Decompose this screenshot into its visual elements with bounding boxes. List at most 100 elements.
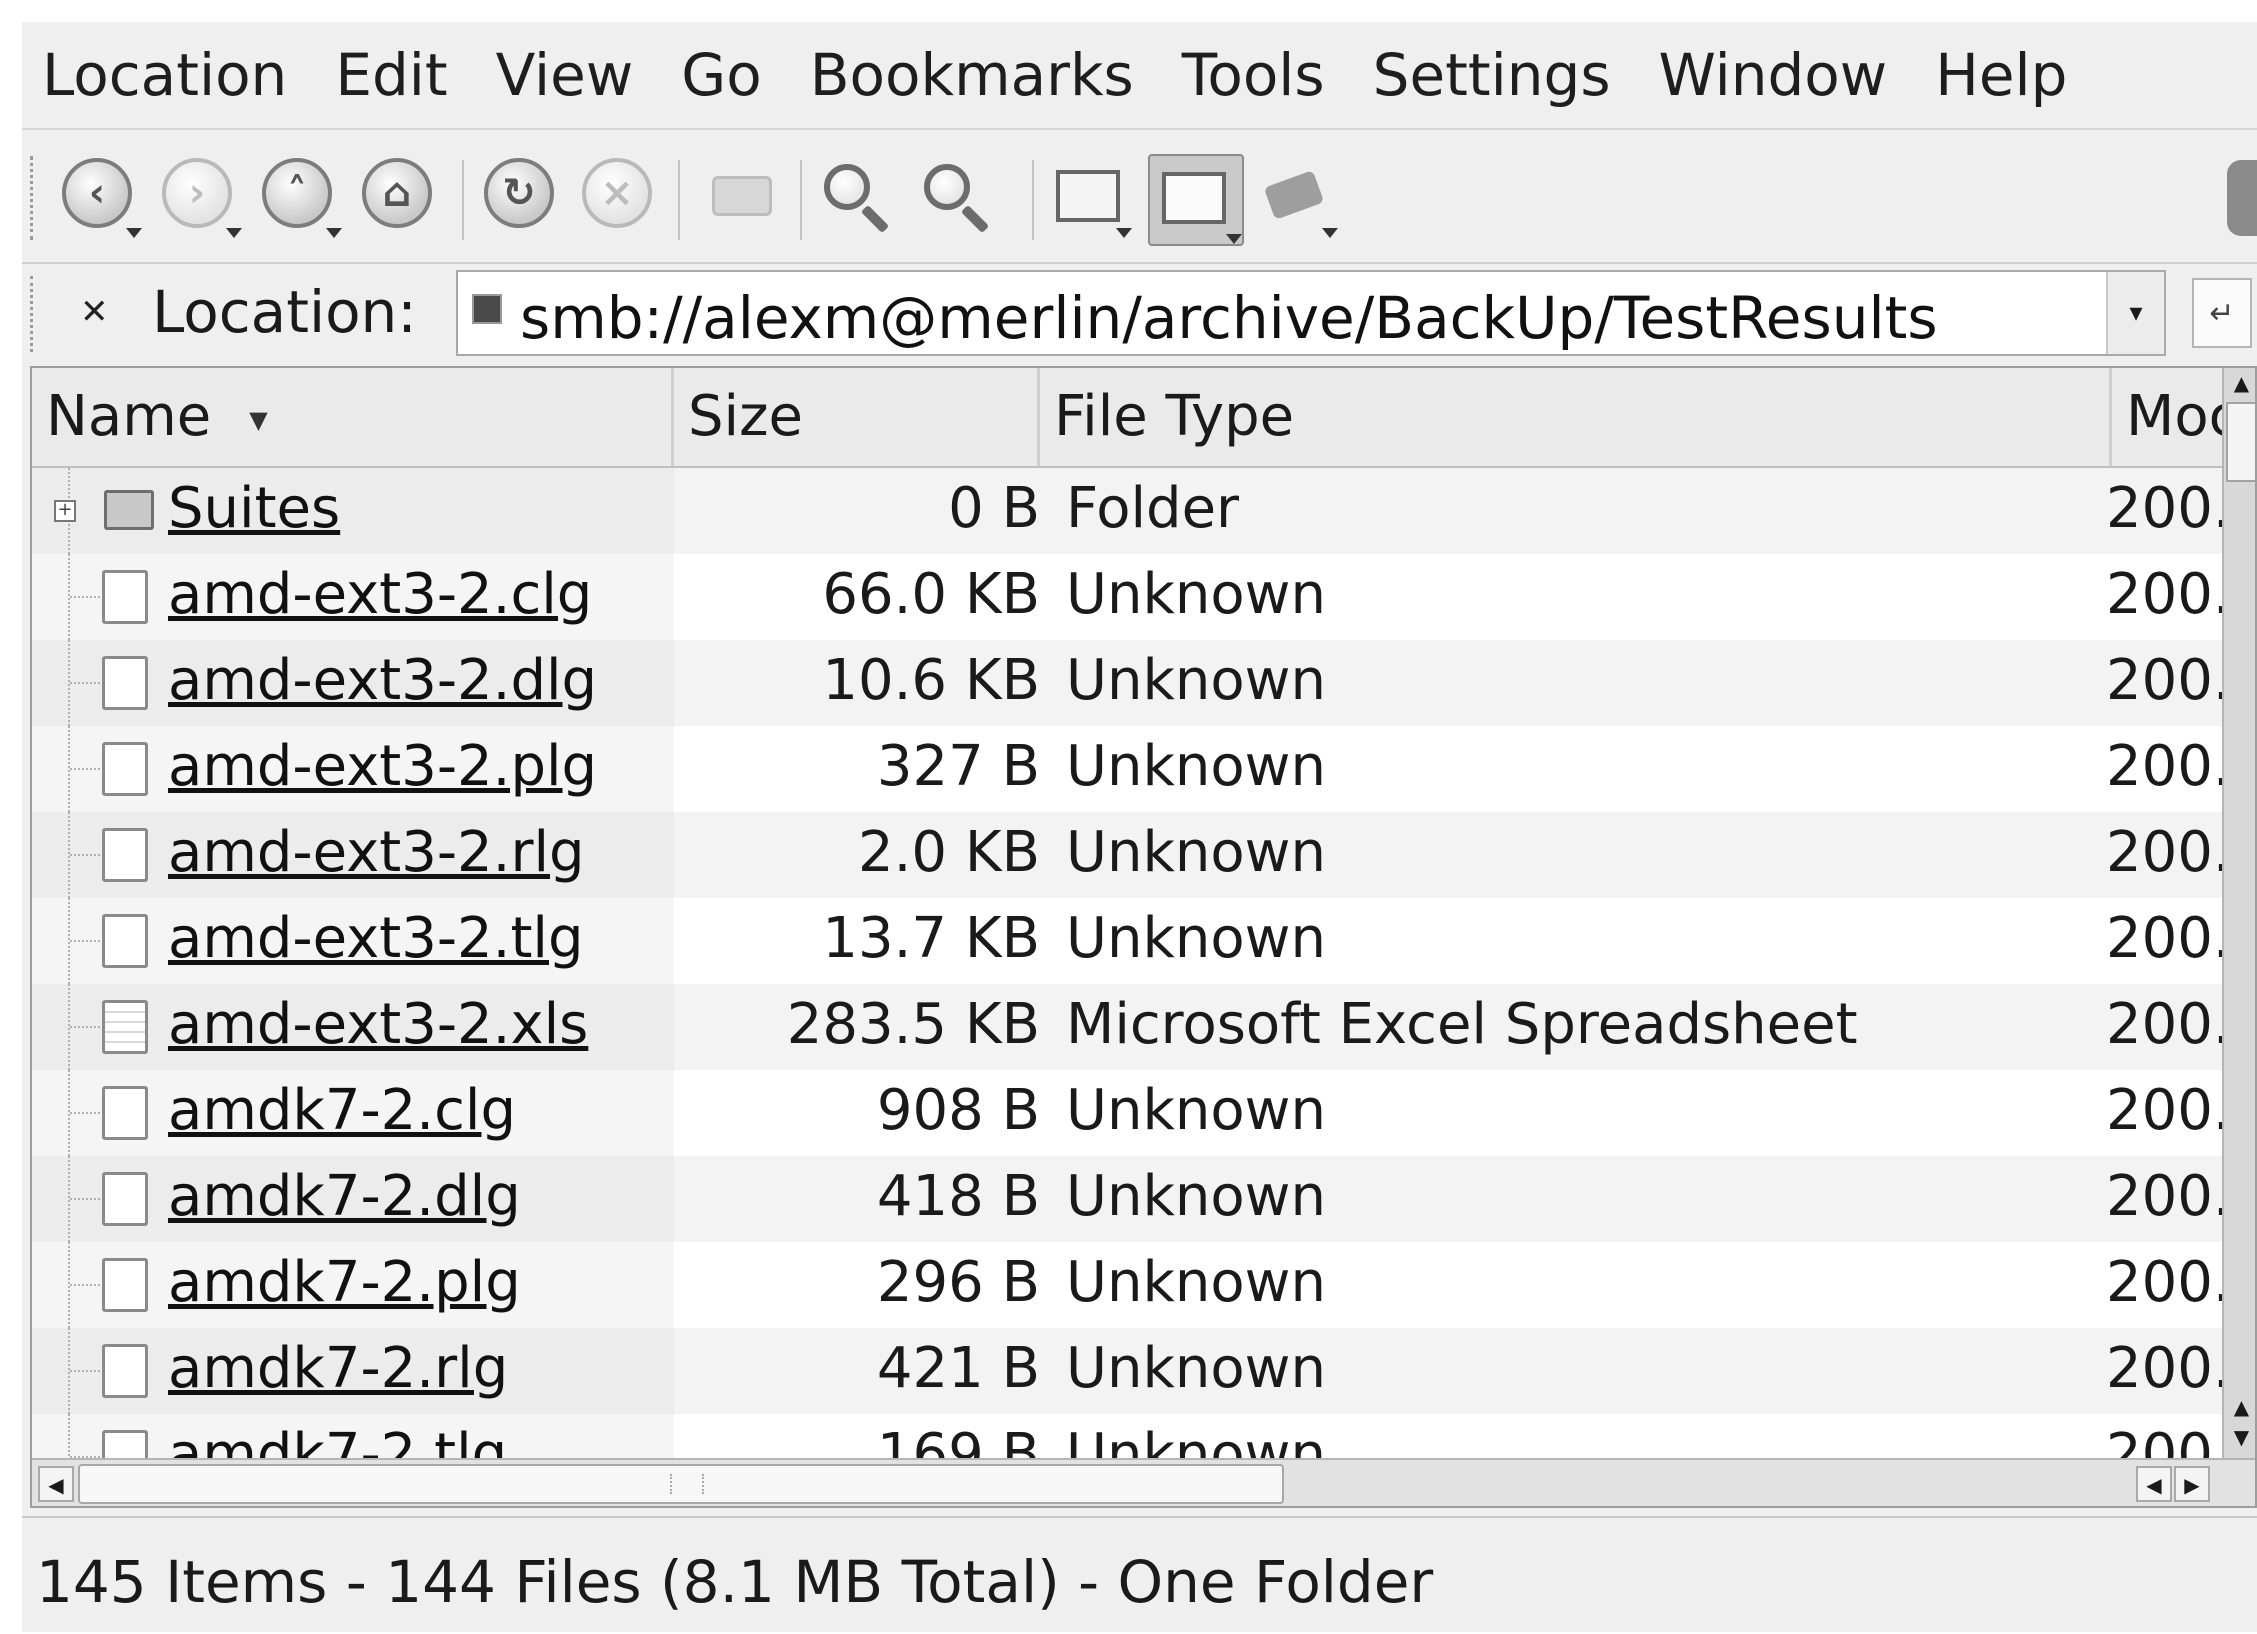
file-type: Unknown (1066, 1250, 1326, 1315)
zoom-in-icon (824, 164, 870, 210)
toolbar-grip[interactable] (30, 156, 39, 240)
go-button[interactable]: ↵ (2192, 278, 2252, 348)
scroll-up-arrow-icon[interactable]: ▲ (2224, 368, 2255, 398)
file-type: Unknown (1066, 562, 1326, 627)
column-header-file-type[interactable]: File Type (1040, 368, 2112, 466)
toolbar-separator (462, 160, 464, 240)
menu-bookmarks[interactable]: Bookmarks (810, 41, 1134, 109)
file-size: 296 B (876, 1250, 1040, 1315)
file-type: Microsoft Excel Spreadsheet (1066, 992, 1858, 1057)
file-type: Folder (1066, 476, 1240, 541)
back-button[interactable]: ‹ (62, 158, 142, 238)
reload-icon: ↻ (484, 158, 554, 228)
column-header-name[interactable]: Name ▼ (32, 368, 674, 466)
vertical-scroll-thumb[interactable] (2226, 402, 2255, 482)
file-list[interactable]: Name ▼ Size File Type Moc + Suites 0 B Folde… (30, 366, 2257, 1508)
horizontal-scroll-thumb[interactable] (78, 1464, 1284, 1504)
detail-view-button[interactable] (1148, 154, 1244, 246)
horizontal-scrollbar[interactable]: ◀ ◀ ▶ (32, 1458, 2255, 1506)
file-name[interactable]: amd-ext3-2.rlg (168, 820, 585, 885)
print-button[interactable] (704, 158, 784, 238)
menu-edit[interactable]: Edit (335, 41, 447, 109)
file-row[interactable]: amdk7-2.plg 296 B Unknown 200. (32, 1242, 2231, 1328)
clear-location-icon[interactable]: ✕ (80, 294, 120, 330)
scroll-left-arrow-icon[interactable]: ◀ (2136, 1466, 2172, 1502)
scroll-left-arrow-icon[interactable]: ◀ (38, 1466, 74, 1502)
file-row[interactable]: amdk7-2.rlg 421 B Unknown 200. (32, 1328, 2231, 1414)
tree-branch (70, 1198, 104, 1200)
file-size: 418 B (876, 1164, 1040, 1229)
column-header-size[interactable]: Size (674, 368, 1040, 466)
file-name-cell[interactable]: amd-ext3-2.xls (32, 984, 674, 1070)
file-modified: 200. (2106, 1078, 2231, 1143)
file-row[interactable]: amdk7-2.dlg 418 B Unknown 200. (32, 1156, 2231, 1242)
menu-view[interactable]: View (496, 41, 634, 109)
file-name[interactable]: amd-ext3-2.plg (168, 734, 597, 799)
menu-window[interactable]: Window (1659, 41, 1888, 109)
menu-settings[interactable]: Settings (1373, 41, 1611, 109)
menu-help[interactable]: Help (1935, 41, 2067, 109)
location-dropdown-button[interactable]: ▾ (2106, 272, 2164, 354)
forward-button[interactable]: › (162, 158, 242, 238)
vertical-scrollbar[interactable]: ▲ ▲ ▼ (2222, 368, 2255, 1458)
file-name-cell[interactable]: amdk7-2.dlg (32, 1156, 674, 1242)
file-name-cell[interactable]: amdk7-2.clg (32, 1070, 674, 1156)
file-row[interactable]: + Suites 0 B Folder 200. (32, 468, 2231, 554)
konqueror-settings-button[interactable] (1258, 158, 1338, 238)
file-type: Unknown (1066, 906, 1326, 971)
file-row[interactable]: amd-ext3-2.xls 283.5 KB Microsoft Excel Sp… (32, 984, 2231, 1070)
file-row[interactable]: amd-ext3-2.dlg 10.6 KB Unknown 200. (32, 640, 2231, 726)
file-name-cell[interactable]: amdk7-2.plg (32, 1242, 674, 1328)
reload-button[interactable]: ↻ (484, 158, 564, 238)
scroll-right-arrow-icon[interactable]: ▶ (2174, 1466, 2210, 1502)
file-name-cell[interactable]: amdk7-2.rlg (32, 1328, 674, 1414)
file-name[interactable]: amdk7-2.plg (168, 1250, 521, 1315)
file-row[interactable]: amd-ext3-2.tlg 13.7 KB Unknown 200. (32, 898, 2231, 984)
file-row[interactable]: amd-ext3-2.plg 327 B Unknown 200. (32, 726, 2231, 812)
column-header: Name ▼ Size File Type Moc (32, 368, 2222, 468)
expand-icon[interactable]: + (54, 500, 76, 522)
icon-view-button[interactable] (1052, 158, 1132, 238)
menu-go[interactable]: Go (681, 41, 761, 109)
file-row[interactable]: amdk7-2.clg 908 B Unknown 200. (32, 1070, 2231, 1156)
toolbar-grip[interactable] (30, 276, 39, 352)
zoom-in-button[interactable] (818, 158, 898, 238)
scroll-down-arrows-icon[interactable]: ▲ ▼ (2224, 1392, 2255, 1454)
zoom-out-button[interactable] (918, 158, 998, 238)
location-url[interactable]: smb://alexm@merlin/archive/BackUp/TestRe… (520, 284, 1938, 352)
tree-branch (70, 1112, 104, 1114)
file-name-cell[interactable]: amd-ext3-2.clg (32, 554, 674, 640)
file-name-cell[interactable]: amd-ext3-2.plg (32, 726, 674, 812)
detail-view-icon (1162, 172, 1226, 224)
file-name-cell[interactable]: amd-ext3-2.rlg (32, 812, 674, 898)
column-header-modified[interactable]: Moc (2112, 368, 2222, 466)
file-name[interactable]: amdk7-2.dlg (168, 1164, 521, 1229)
file-name[interactable]: amd-ext3-2.clg (168, 562, 592, 627)
location-input[interactable]: smb://alexm@merlin/archive/BackUp/TestRe… (456, 270, 2166, 356)
up-button[interactable]: ˄ (262, 158, 342, 238)
file-name-cell[interactable]: amd-ext3-2.tlg (32, 898, 674, 984)
file-size: 327 B (876, 734, 1040, 799)
home-button[interactable]: ⌂ (362, 158, 442, 238)
file-size: 66.0 KB (822, 562, 1040, 627)
file-name-cell[interactable]: + Suites (32, 468, 674, 554)
file-name[interactable]: amd-ext3-2.dlg (168, 648, 597, 713)
file-name[interactable]: amd-ext3-2.tlg (168, 906, 584, 971)
file-row[interactable]: amd-ext3-2.rlg 2.0 KB Unknown 200. (32, 812, 2231, 898)
file-name-cell[interactable]: amd-ext3-2.dlg (32, 640, 674, 726)
menu-location[interactable]: Location (42, 41, 287, 109)
file-size: 421 B (876, 1336, 1040, 1401)
status-bar: 145 Items - 144 Files (8.1 MB Total) - O… (22, 1516, 2257, 1634)
stop-button[interactable]: × (582, 158, 662, 238)
file-name[interactable]: amdk7-2.rlg (168, 1336, 508, 1401)
file-size: 10.6 KB (822, 648, 1040, 713)
file-name[interactable]: amdk7-2.clg (168, 1078, 516, 1143)
file-name[interactable]: amd-ext3-2.xls (168, 992, 588, 1057)
file-name[interactable]: Suites (168, 476, 340, 541)
file-icon (102, 1258, 148, 1312)
menu-tools[interactable]: Tools (1182, 41, 1325, 109)
back-icon: ‹ (62, 158, 132, 228)
file-type: Unknown (1066, 1164, 1326, 1229)
file-row[interactable]: amd-ext3-2.clg 66.0 KB Unknown 200. (32, 554, 2231, 640)
gear-icon[interactable] (2227, 160, 2257, 236)
